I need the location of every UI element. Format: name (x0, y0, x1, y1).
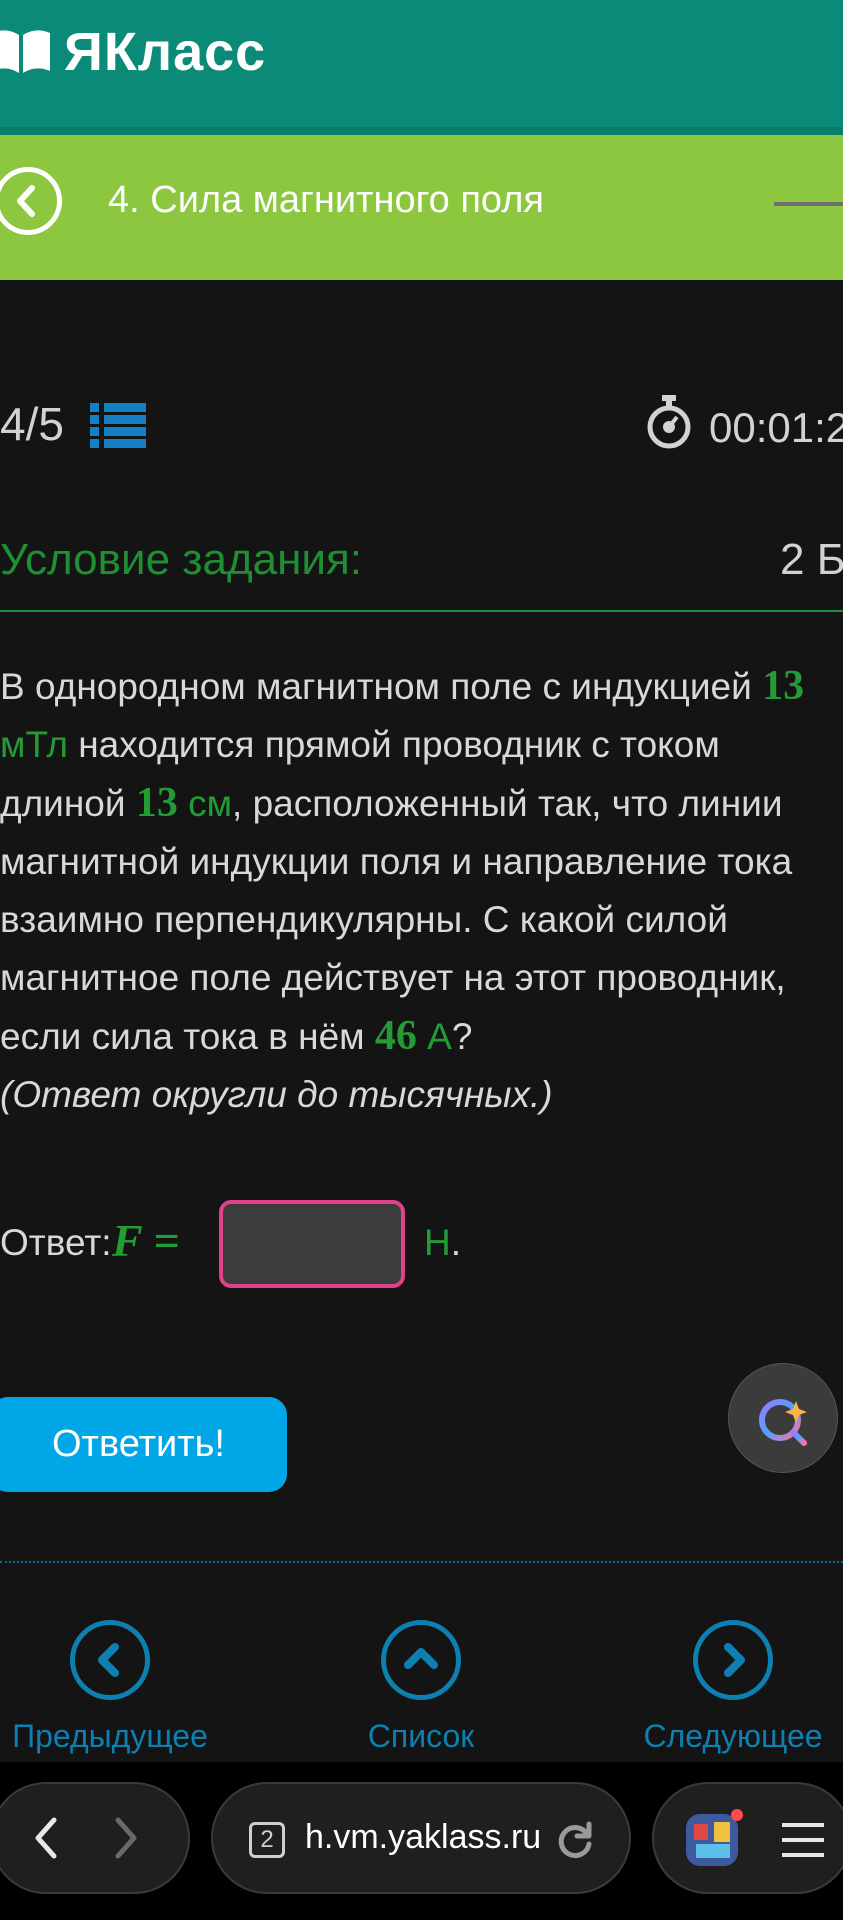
book-icon (0, 30, 50, 73)
list-circle (381, 1620, 461, 1700)
section-divider (0, 1561, 843, 1563)
browser-nav-group (0, 1782, 190, 1894)
address-bar[interactable]: 2 h.vm.yaklass.ru (211, 1782, 631, 1894)
current-unit: А (416, 1016, 452, 1057)
reload-icon[interactable] (553, 1818, 597, 1862)
list-label: Список (367, 1718, 475, 1754)
chevron-left-icon (98, 1643, 119, 1677)
task-list-icon[interactable] (90, 401, 146, 451)
length-value: 13 (135, 780, 178, 826)
prev-task-button[interactable]: Предыдущее (0, 1620, 220, 1755)
app-header: ЯКласс (0, 0, 843, 127)
answer-input[interactable] (219, 1200, 405, 1288)
task-progress: 4/5 (0, 398, 64, 450)
menu-icon[interactable] (778, 1815, 828, 1865)
induction-unit: мТл (0, 724, 68, 765)
assistant-button[interactable] (728, 1363, 838, 1473)
logo-text: ЯКласс (64, 22, 267, 82)
task-text-part: В однородном магнитном поле с индукцией (0, 666, 763, 707)
browser-toolbar: 2 h.vm.yaklass.ru (0, 1762, 843, 1920)
chevron-up-icon (404, 1648, 438, 1669)
lesson-progress-line (774, 202, 843, 206)
next-circle (693, 1620, 773, 1700)
tab-count-badge[interactable]: 2 (249, 1822, 285, 1858)
header-divider (0, 127, 843, 135)
rounding-note: (Ответ округли до тысячных.) (0, 1074, 553, 1115)
answer-unit-text: Н (424, 1222, 451, 1263)
answer-variable: F = (112, 1215, 180, 1266)
current-value: 46 (374, 1013, 417, 1059)
timer-value: 00:01:28 (709, 404, 843, 451)
chevron-right-icon (724, 1643, 745, 1677)
condition-divider (0, 610, 843, 612)
yaklass-logo[interactable]: ЯКласс (0, 20, 266, 84)
task-points: 2 Б. (780, 535, 843, 584)
chevron-left-icon (17, 185, 35, 217)
profile-avatar-icon[interactable] (684, 1808, 744, 1868)
next-label: Следующее (643, 1718, 823, 1754)
browser-back-icon[interactable] (16, 1808, 76, 1868)
induction-value: 13 (762, 663, 805, 709)
length-unit: см (177, 783, 233, 824)
answer-label: Ответ: (0, 1222, 112, 1263)
ai-assistant-icon (759, 1399, 807, 1446)
lesson-bar: 4. Сила магнитного поля (0, 135, 843, 280)
task-text-part: ? (451, 1016, 473, 1057)
prev-circle (70, 1620, 150, 1700)
browser-menu-group (652, 1782, 843, 1894)
condition-label: Условие задания: (0, 535, 363, 584)
prev-label: Предыдущее (12, 1718, 208, 1754)
task-list-button[interactable]: Список (311, 1620, 531, 1755)
answer-unit: Н. (424, 1222, 461, 1264)
lesson-title: 4. Сила магнитного поля (108, 179, 544, 221)
task-text: В однородном магнитном поле с индукцией … (0, 657, 843, 1124)
browser-forward-icon[interactable] (96, 1808, 156, 1868)
submit-button[interactable]: Ответить! (0, 1397, 287, 1492)
back-button[interactable] (0, 167, 62, 235)
url-text[interactable]: h.vm.yaklass.ru (305, 1818, 541, 1857)
stopwatch-icon (647, 395, 691, 449)
answer-dot: . (450, 1222, 462, 1263)
next-task-button[interactable]: Следующее (623, 1620, 843, 1755)
